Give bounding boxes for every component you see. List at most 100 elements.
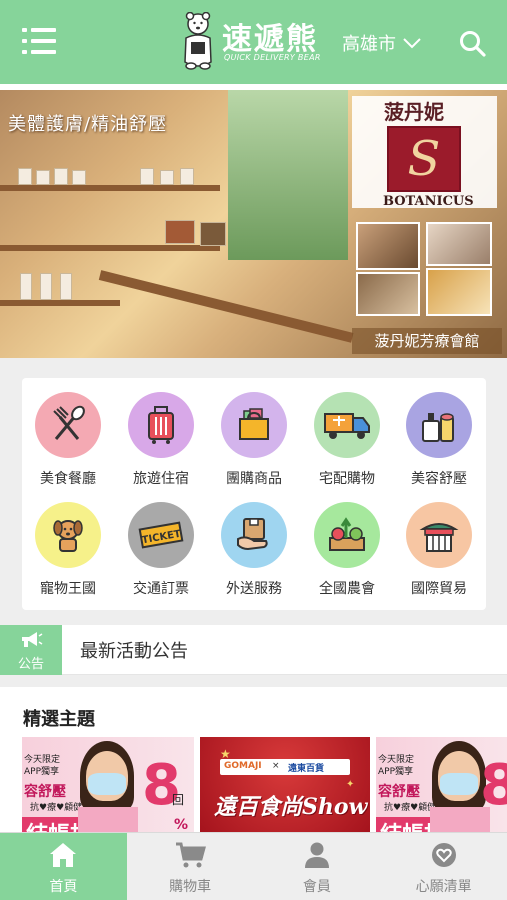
- promo-card-middle[interactable]: GOMAJI × 遠東百貨 遠百食尚Show ★ ✦: [200, 737, 370, 837]
- banner-product: [160, 170, 174, 185]
- vegetables-icon: [314, 502, 380, 568]
- category-label: 國際貿易: [411, 581, 467, 597]
- announcement-text[interactable]: 最新活動公告: [80, 637, 188, 663]
- nav-label: 會員: [302, 879, 331, 895]
- banner-shelf: [0, 185, 220, 191]
- category-label: 旅遊住宿: [133, 471, 189, 487]
- nav-label: 心願清單: [415, 879, 472, 895]
- brand-english-name: BOTANICUS: [383, 194, 474, 209]
- promo-digit: 8: [142, 753, 181, 818]
- app-subtitle: QUICK DELIVERY BEAR: [224, 53, 321, 62]
- banner-product: [140, 168, 154, 185]
- promo-brand: 遠東百貨: [288, 764, 325, 774]
- bottom-navigation: 首頁 購物車 會員 心願清單: [0, 832, 507, 900]
- promo-card-left[interactable]: 今天限定 APP獨享 容舒壓 抗♥療♥顧健康 結帳加贈 8 回 %: [22, 737, 194, 837]
- category-tickets[interactable]: TICKET 交通訂票: [121, 502, 201, 598]
- banner-thumbnail: [426, 268, 492, 316]
- brand-logo-letter: S: [407, 131, 441, 187]
- shopping-bag-icon: [221, 392, 287, 458]
- promo-text: 回: [172, 793, 185, 807]
- user-icon: [304, 842, 329, 868]
- chevron-down-icon: [403, 38, 421, 49]
- promo-brand: GOMAJI: [224, 761, 262, 771]
- announcement-tag-label: 公告: [17, 657, 44, 672]
- banner-product: [20, 273, 32, 300]
- banner-product: [180, 168, 194, 185]
- delivery-hand-icon: [221, 502, 287, 568]
- cosmetics-icon: [406, 392, 472, 458]
- app-title: 速遞熊: [222, 22, 318, 57]
- nav-label: 購物車: [169, 879, 212, 895]
- banner-product: [40, 273, 52, 300]
- promo-text: APP獨享: [378, 767, 414, 777]
- announcement-bar[interactable]: 公告 最新活動公告: [0, 625, 507, 675]
- banner-shelf: [0, 300, 120, 306]
- cart-icon: [176, 842, 207, 868]
- promo-model: [440, 773, 478, 795]
- search-button[interactable]: [459, 30, 487, 58]
- promo-card-right[interactable]: 今天限定 APP獨享 容舒壓 抗♥療♥顧健康 結帳加贈 8: [376, 737, 507, 837]
- app-logo[interactable]: 速遞熊 QUICK DELIVERY BEAR: [180, 12, 330, 72]
- category-label: 團購商品: [226, 471, 282, 487]
- banner-thumbnail: [356, 222, 420, 270]
- promo-model: [88, 773, 126, 795]
- banner-frame: [200, 222, 226, 246]
- dog-icon: [35, 502, 101, 568]
- category-label: 寵物王國: [40, 581, 96, 597]
- banner-window: [228, 90, 348, 260]
- nav-member[interactable]: 會員: [254, 833, 381, 900]
- promo-text: APP獨享: [24, 767, 60, 777]
- divider: [62, 674, 507, 675]
- promo-digit: 8: [480, 753, 507, 818]
- category-label: 交通訂票: [133, 581, 189, 597]
- promo-text: %: [174, 817, 189, 833]
- category-group-buy[interactable]: 團購商品: [214, 392, 294, 488]
- banner-product: [18, 168, 32, 185]
- banner-thumbnail: [426, 222, 492, 266]
- star-icon: ★: [220, 747, 231, 761]
- city-label: 高雄市: [342, 34, 396, 55]
- star-icon: ✦: [346, 779, 355, 790]
- nav-label: 首頁: [49, 879, 78, 895]
- menu-button[interactable]: [22, 28, 56, 56]
- category-food[interactable]: 美食餐廳: [28, 392, 108, 488]
- banner-caption: 菠丹妮芳療會館: [352, 328, 502, 354]
- section-title: 精選主題: [23, 709, 95, 730]
- delivery-truck-icon: [314, 392, 380, 458]
- nav-wishlist[interactable]: 心願清單: [380, 833, 507, 900]
- category-farmers[interactable]: 全國農會: [307, 502, 387, 598]
- promo-text: 容舒壓: [378, 784, 420, 800]
- promo-text: 今天限定: [24, 755, 61, 765]
- banner-product: [72, 170, 86, 185]
- luggage-icon: [128, 392, 194, 458]
- category-home-delivery[interactable]: 宅配購物: [307, 392, 387, 488]
- nav-cart[interactable]: 購物車: [127, 833, 254, 900]
- category-beauty[interactable]: 美容舒壓: [399, 392, 479, 488]
- category-label: 宅配購物: [319, 471, 375, 487]
- category-delivery-service[interactable]: 外送服務: [214, 502, 294, 598]
- category-label: 美容舒壓: [411, 471, 467, 487]
- city-selector[interactable]: 高雄市: [342, 30, 422, 56]
- category-label: 全國農會: [319, 581, 375, 597]
- banner-shelf: [0, 245, 220, 251]
- ticket-icon: TICKET: [128, 502, 194, 568]
- category-trade[interactable]: 國際貿易: [399, 502, 479, 598]
- promo-text: 今天限定: [378, 755, 415, 765]
- nav-home[interactable]: 首頁: [0, 833, 127, 900]
- banner-table: [98, 270, 354, 343]
- fork-knife-icon: [35, 392, 101, 458]
- heart-icon: [431, 843, 456, 867]
- announcement-tag: 公告: [0, 625, 62, 675]
- category-travel[interactable]: 旅遊住宿: [121, 392, 201, 488]
- banner-headline: 美體護膚/精油舒壓: [8, 114, 168, 135]
- brand-logo: S: [387, 126, 461, 192]
- featured-section: 精選主題 今天限定 APP獨享 容舒壓 抗♥療♥顧健康 結帳加贈 8 回 % G…: [0, 687, 507, 837]
- banner-product: [60, 273, 72, 300]
- promo-title: 遠百食尚Show: [214, 794, 368, 820]
- banner-thumbnail: [356, 272, 420, 316]
- promo-text: 容舒壓: [24, 784, 66, 800]
- top-header: 速遞熊 QUICK DELIVERY BEAR 高雄市: [0, 0, 507, 84]
- category-pets[interactable]: 寵物王國: [28, 502, 108, 598]
- promo-brand: ×: [272, 761, 280, 771]
- banner-frame: [165, 220, 195, 244]
